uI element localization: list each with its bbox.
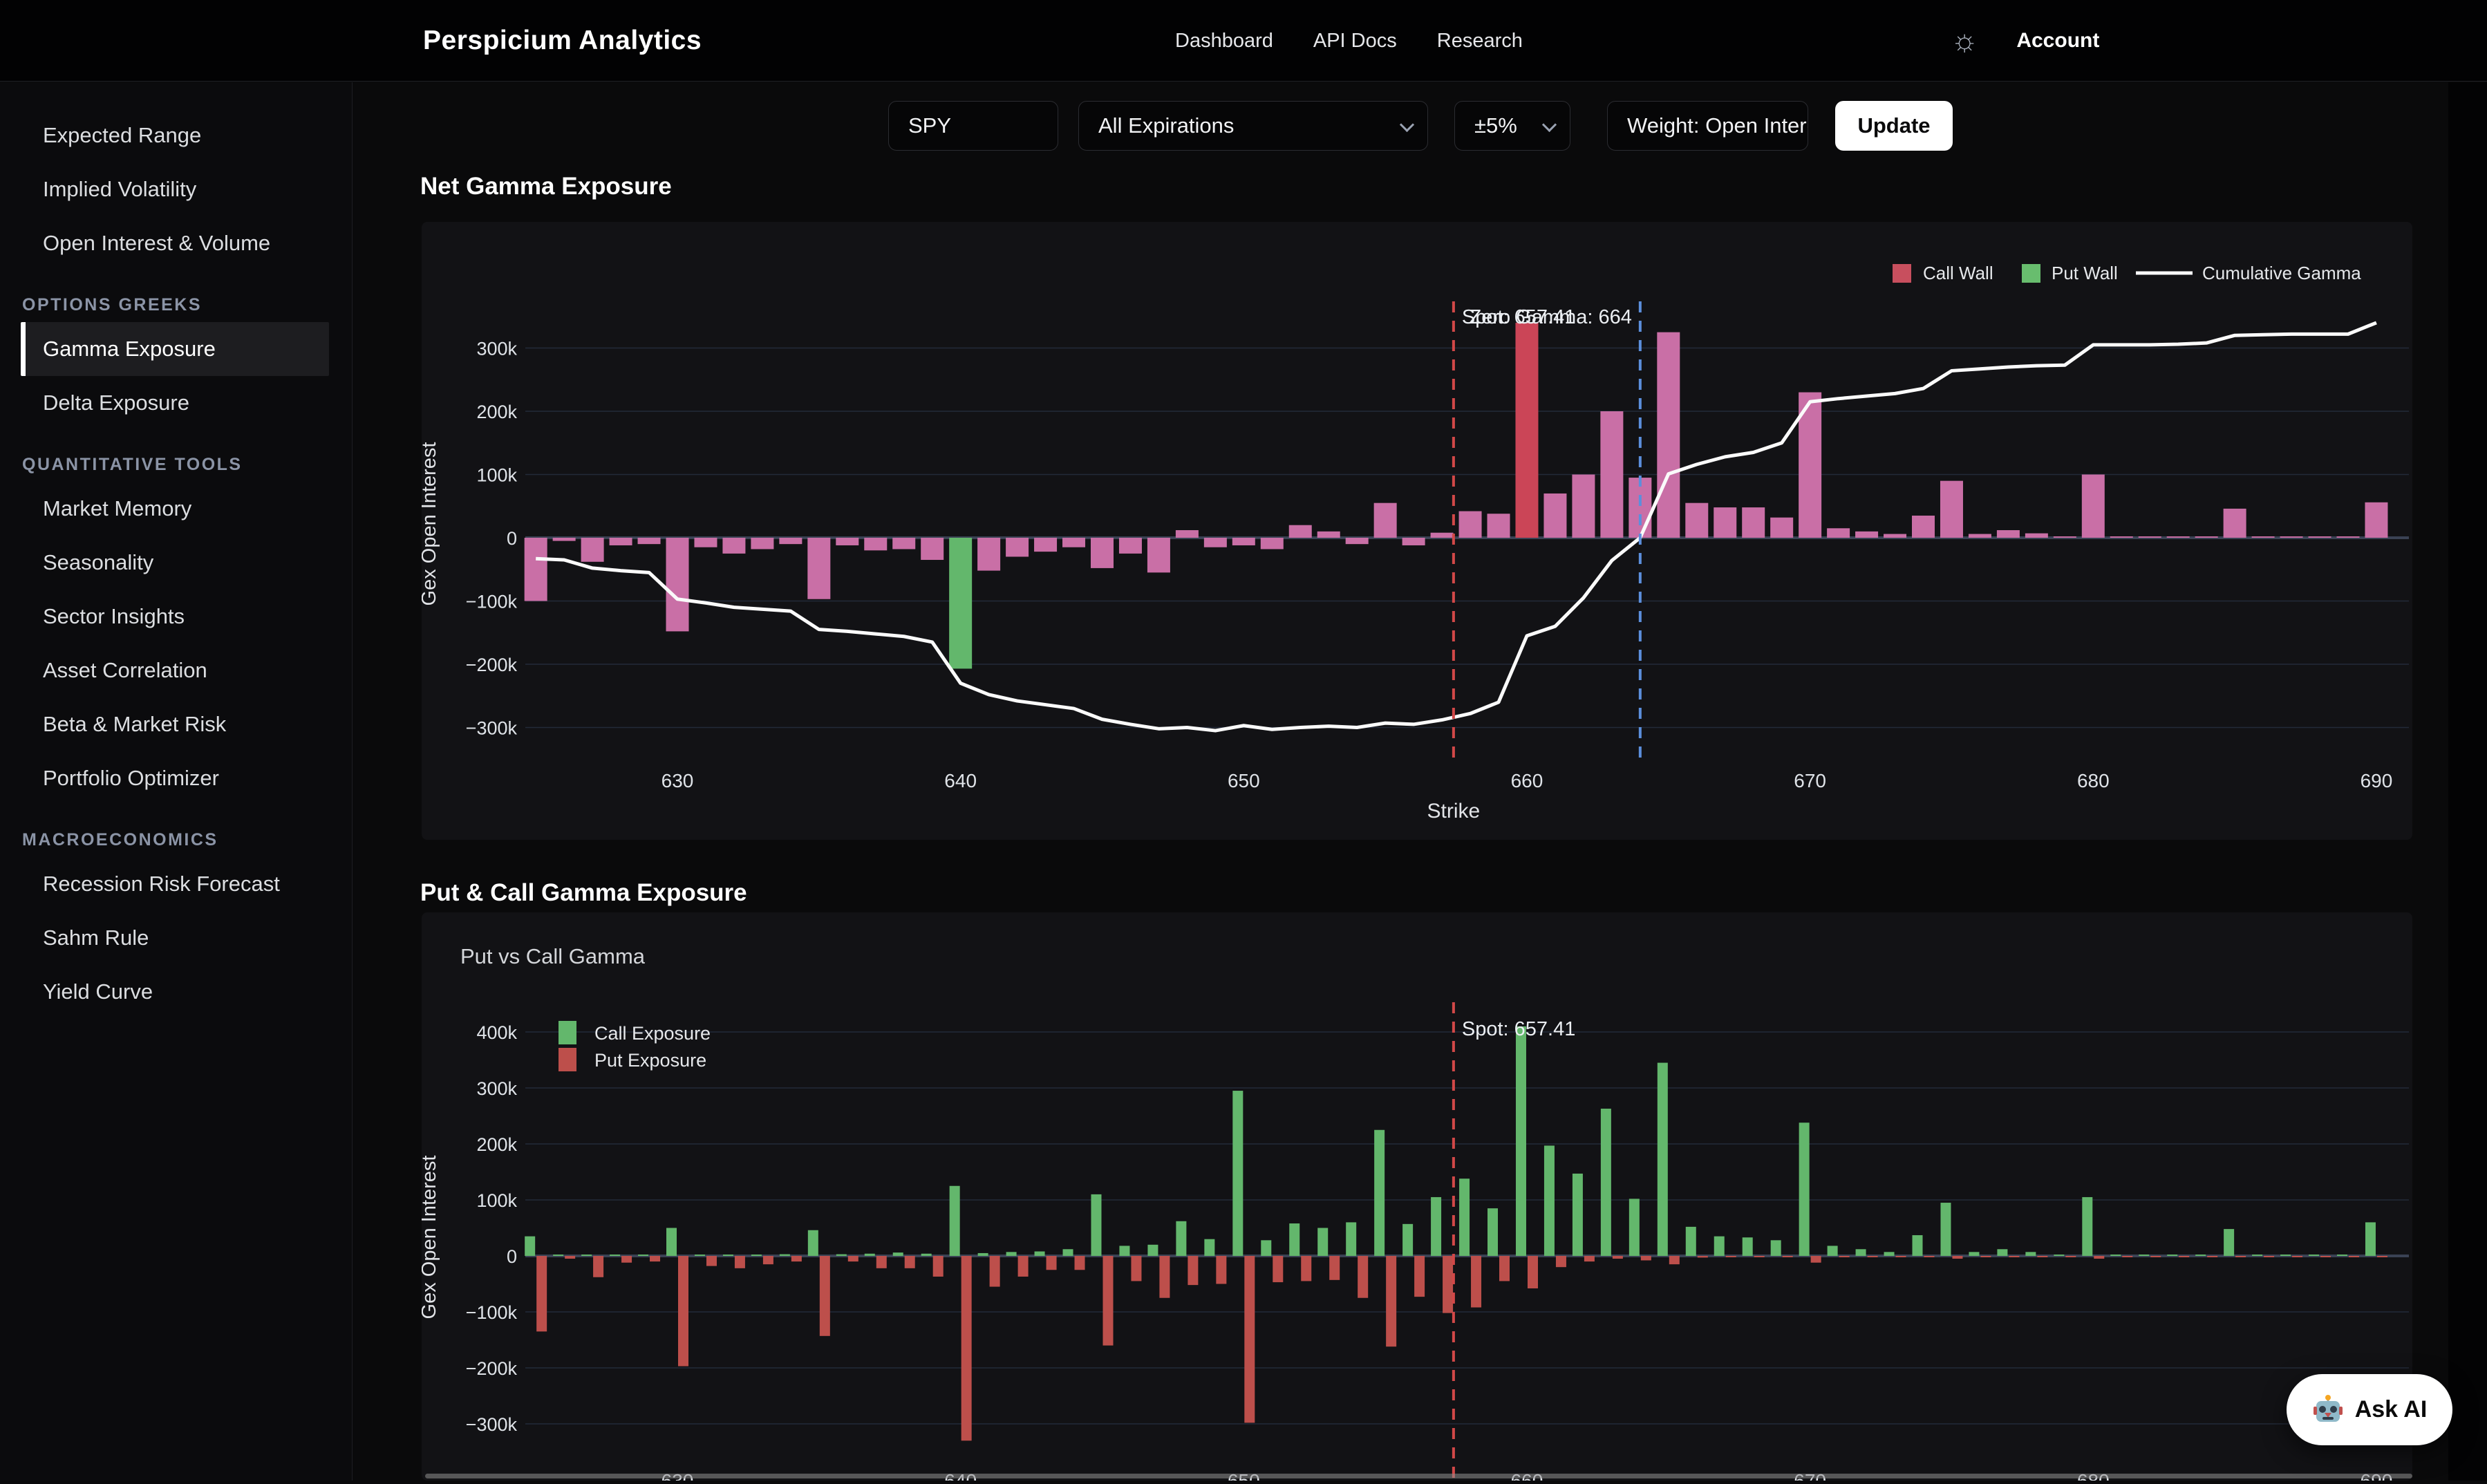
- svg-text:200k: 200k: [476, 402, 517, 422]
- svg-text:Zero Gamma: 664: Zero Gamma: 664: [1470, 306, 1632, 328]
- robot-icon: [2312, 1394, 2344, 1426]
- svg-text:650: 650: [1228, 770, 1260, 791]
- put-call-section-title: Put & Call Gamma Exposure: [420, 879, 747, 907]
- sidebar-item-expected-range[interactable]: Expected Range: [21, 109, 329, 162]
- svg-text:300k: 300k: [476, 339, 517, 359]
- svg-text:Spot: 657.41: Spot: 657.41: [1462, 1018, 1575, 1040]
- top-nav: Perspicium Analytics Dashboard API Docs Re…: [0, 0, 2487, 82]
- svg-text:Strike: Strike: [1427, 800, 1481, 823]
- put-call-chart-title: Put vs Call Gamma: [460, 944, 645, 969]
- svg-text:−100k: −100k: [466, 592, 518, 612]
- sidebar-item-open-interest-volume[interactable]: Open Interest & Volume: [21, 216, 329, 270]
- svg-text:−300k: −300k: [466, 718, 518, 739]
- sidebar-item-portfolio-optimizer[interactable]: Portfolio Optimizer: [21, 751, 329, 805]
- sidebar-item-implied-volatility[interactable]: Implied Volatility: [21, 162, 329, 216]
- net-gamma-section-title: Net Gamma Exposure: [420, 173, 672, 200]
- svg-text:−200k: −200k: [466, 1358, 518, 1379]
- svg-text:680: 680: [2077, 770, 2110, 791]
- sun-icon[interactable]: ☼: [1951, 26, 1978, 56]
- svg-text:−200k: −200k: [466, 655, 518, 675]
- range-select[interactable]: ±5%: [1454, 101, 1570, 151]
- sidebar-section-quantitative-tools: QUANTITATIVE TOOLS: [0, 455, 352, 475]
- horizontal-scrollbar-thumb[interactable]: [425, 1474, 2412, 1478]
- svg-text:400k: 400k: [476, 1022, 517, 1043]
- put-call-chart: 400k300k200k100k0−100k−200k−300k63064065…: [422, 912, 2412, 1481]
- symbol-input[interactable]: SPY: [888, 101, 1058, 151]
- sidebar-item-sahm-rule[interactable]: Sahm Rule: [21, 911, 329, 965]
- svg-text:0: 0: [507, 1246, 517, 1267]
- sidebar-item-market-memory[interactable]: Market Memory: [21, 482, 329, 536]
- svg-text:100k: 100k: [476, 465, 517, 486]
- nav-link-api-docs[interactable]: API Docs: [1313, 30, 1397, 53]
- ask-ai-label: Ask AI: [2355, 1396, 2428, 1423]
- sidebar-item-yield-curve[interactable]: Yield Curve: [21, 965, 329, 1019]
- weight-select[interactable]: Weight: Open Interest: [1607, 101, 1808, 151]
- svg-text:−300k: −300k: [466, 1414, 518, 1435]
- vertical-scrollbar-track[interactable]: [2448, 82, 2487, 1481]
- nav-link-dashboard[interactable]: Dashboard: [1175, 30, 1273, 53]
- app-logo: Perspicium Analytics: [423, 0, 702, 82]
- svg-text:Gex Open Interest: Gex Open Interest: [422, 1156, 440, 1319]
- account-button[interactable]: Account: [2016, 29, 2099, 53]
- sidebar-item-beta-market-risk[interactable]: Beta & Market Risk: [21, 697, 329, 751]
- svg-text:630: 630: [661, 770, 694, 791]
- expiration-select-value: All Expirations: [1098, 113, 1234, 138]
- sidebar-section-macroeconomics: MACROECONOMICS: [0, 830, 352, 850]
- svg-text:200k: 200k: [476, 1134, 517, 1155]
- svg-text:0: 0: [507, 528, 517, 549]
- net-gamma-panel: 300k 200k 100k 0 −100k −200k −300k 630 640 650 660…: [422, 222, 2412, 840]
- sidebar-section-options-greeks: OPTIONS GREEKS: [0, 295, 352, 315]
- nav-links: Dashboard API Docs Research: [1175, 0, 1523, 82]
- sidebar-item-asset-correlation[interactable]: Asset Correlation: [21, 644, 329, 697]
- chevron-down-icon: [1400, 118, 1414, 132]
- sidebar-item-recession-risk-forecast[interactable]: Recession Risk Forecast: [21, 857, 329, 911]
- sidebar: Expected RangeImplied VolatilityOpen Int…: [0, 82, 353, 1481]
- svg-text:640: 640: [944, 770, 977, 791]
- update-button[interactable]: Update: [1835, 101, 1953, 151]
- svg-text:Put Exposure: Put Exposure: [594, 1050, 706, 1071]
- sidebar-item-sector-insights[interactable]: Sector Insights: [21, 590, 329, 644]
- svg-text:100k: 100k: [476, 1190, 517, 1211]
- svg-text:Call Wall: Call Wall: [1923, 263, 1993, 283]
- nav-link-research[interactable]: Research: [1437, 30, 1523, 53]
- net-gamma-chart: 300k 200k 100k 0 −100k −200k −300k 630 640 650 660…: [422, 222, 2412, 840]
- put-call-panel: Put vs Call Gamma 400k 300k 200k 100k 0 −100k…: [422, 912, 2412, 1481]
- svg-text:Cumulative Gamma: Cumulative Gamma: [2202, 263, 2361, 283]
- svg-text:670: 670: [1794, 770, 1826, 791]
- sidebar-item-seasonality[interactable]: Seasonality: [21, 536, 329, 590]
- sidebar-item-gamma-exposure[interactable]: Gamma Exposure: [21, 322, 329, 376]
- expiration-select[interactable]: All Expirations: [1078, 101, 1428, 151]
- svg-text:690: 690: [2361, 770, 2393, 791]
- ask-ai-button[interactable]: Ask AI: [2287, 1374, 2452, 1445]
- svg-text:660: 660: [1511, 770, 1543, 791]
- nav-right: ☼ Account: [1951, 0, 2099, 82]
- svg-text:−100k: −100k: [466, 1302, 518, 1323]
- chevron-down-icon: [1542, 118, 1557, 132]
- svg-text:300k: 300k: [476, 1078, 517, 1099]
- sidebar-item-delta-exposure[interactable]: Delta Exposure: [21, 376, 329, 430]
- range-select-value: ±5%: [1474, 113, 1517, 138]
- svg-text:Gex Open Interest: Gex Open Interest: [422, 442, 440, 606]
- svg-text:Call Exposure: Call Exposure: [594, 1023, 711, 1044]
- svg-text:Put Wall: Put Wall: [2052, 263, 2118, 283]
